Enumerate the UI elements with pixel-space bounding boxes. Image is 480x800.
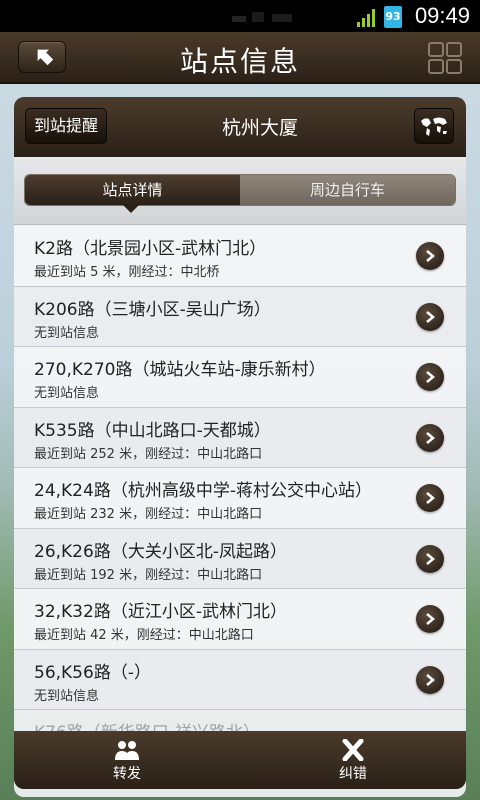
route-title: K2路（北景园小区-武林门北）: [34, 239, 267, 259]
battery-icon: 93: [384, 6, 402, 28]
chevron-right-icon[interactable]: [416, 484, 444, 512]
report-error-button[interactable]: 纠错: [240, 731, 466, 789]
route-row[interactable]: 24,K24路（杭州高级中学-蒋村公交中心站） 最近到站 232 米，刚经过：中…: [14, 468, 466, 529]
route-arrival-info: 最近到站 5 米，刚经过：中北桥: [34, 265, 220, 280]
chevron-right-icon[interactable]: [416, 544, 444, 573]
route-row[interactable]: 56,K56路（-） 无到站信息: [14, 649, 466, 710]
route-arrival-info: 无到站信息: [34, 386, 100, 401]
route-title: 32,K32路（近江小区-武林门北）: [34, 602, 287, 622]
chevron-right-icon[interactable]: [416, 605, 444, 633]
bottom-action-bar: 转发 纠错: [14, 731, 466, 789]
route-title: 24,K24路（杭州高级中学-蒋村公交中心站）: [34, 481, 372, 501]
route-row[interactable]: K535路（中山北路口-天都城） 最近到站 252 米，刚经过：中山北路口: [14, 407, 466, 468]
chevron-right-icon[interactable]: [416, 423, 444, 452]
world-map-icon: [421, 117, 447, 136]
tab-station-details[interactable]: 站点详情: [25, 175, 240, 205]
route-title: 26,K26路（大关小区北-凤起路）: [34, 541, 287, 562]
title-bar: 站点信息: [0, 32, 480, 84]
chevron-right-icon[interactable]: [416, 665, 444, 694]
route-row[interactable]: 26,K26路（大关小区北-凤起路） 最近到站 192 米，刚经过：中山北路口: [14, 528, 466, 589]
tabs-area: 站点详情 周边自行车: [14, 157, 466, 225]
notification-icons: [232, 12, 292, 22]
chevron-right-icon[interactable]: [416, 242, 444, 270]
route-title: K206路（三塘小区-吴山广场）: [34, 299, 271, 320]
close-icon: [342, 739, 364, 761]
forward-button[interactable]: 转发: [14, 731, 240, 789]
forward-label: 转发: [113, 766, 141, 782]
route-list: K2路（北景园小区-武林门北） 最近到站 5 米，刚经过：中北桥 K206路（三…: [14, 226, 466, 771]
clock: 09:49: [414, 3, 470, 28]
users-icon: [115, 741, 139, 760]
route-arrival-info: 最近到站 42 米，刚经过：中山北路口: [34, 628, 254, 643]
route-title: K535路（中山北路口-天都城）: [34, 420, 271, 441]
route-row[interactable]: K206路（三塘小区-吴山广场） 无到站信息: [14, 286, 466, 347]
route-arrival-info: 最近到站 232 米，刚经过：中山北路口: [34, 507, 263, 522]
tab-bar: 站点详情 周边自行车: [24, 174, 456, 206]
chevron-right-icon[interactable]: [416, 363, 444, 391]
route-arrival-info: 最近到站 192 米，刚经过：中山北路口: [34, 567, 263, 583]
map-button[interactable]: [414, 108, 454, 144]
signal-icon: [357, 9, 375, 27]
card-header: 到站提醒 杭州大厦: [14, 97, 466, 157]
arrival-alert-button[interactable]: 到站提醒: [25, 108, 107, 144]
active-tab-pointer: [123, 205, 139, 213]
route-row[interactable]: K2路（北景园小区-武林门北） 最近到站 5 米，刚经过：中北桥: [14, 226, 466, 287]
chevron-right-icon[interactable]: [416, 302, 444, 331]
station-name: 杭州大厦: [221, 117, 298, 139]
route-arrival-info: 无到站信息: [34, 688, 100, 704]
route-row[interactable]: 32,K32路（近江小区-武林门北） 最近到站 42 米，刚经过：中山北路口: [14, 589, 466, 650]
route-arrival-info: 最近到站 252 米，刚经过：中山北路口: [34, 446, 263, 462]
route-arrival-info: 无到站信息: [34, 325, 100, 341]
grid-menu-icon[interactable]: [428, 42, 462, 74]
status-bar: 93 09:49: [0, 0, 480, 32]
tab-nearby-bikes[interactable]: 周边自行车: [240, 175, 455, 205]
page-title: 站点信息: [179, 45, 300, 78]
report-error-label: 纠错: [339, 766, 367, 782]
route-title: 270,K270路（城站火车站-康乐新村）: [34, 360, 326, 380]
station-card: 到站提醒 杭州大厦 站点详情 周边自行车 K2路（北景园小区-武林门北） 最近到…: [14, 97, 466, 797]
route-title: 56,K56路（-）: [34, 662, 151, 683]
route-row[interactable]: 270,K270路（城站火车站-康乐新村） 无到站信息: [14, 347, 466, 408]
